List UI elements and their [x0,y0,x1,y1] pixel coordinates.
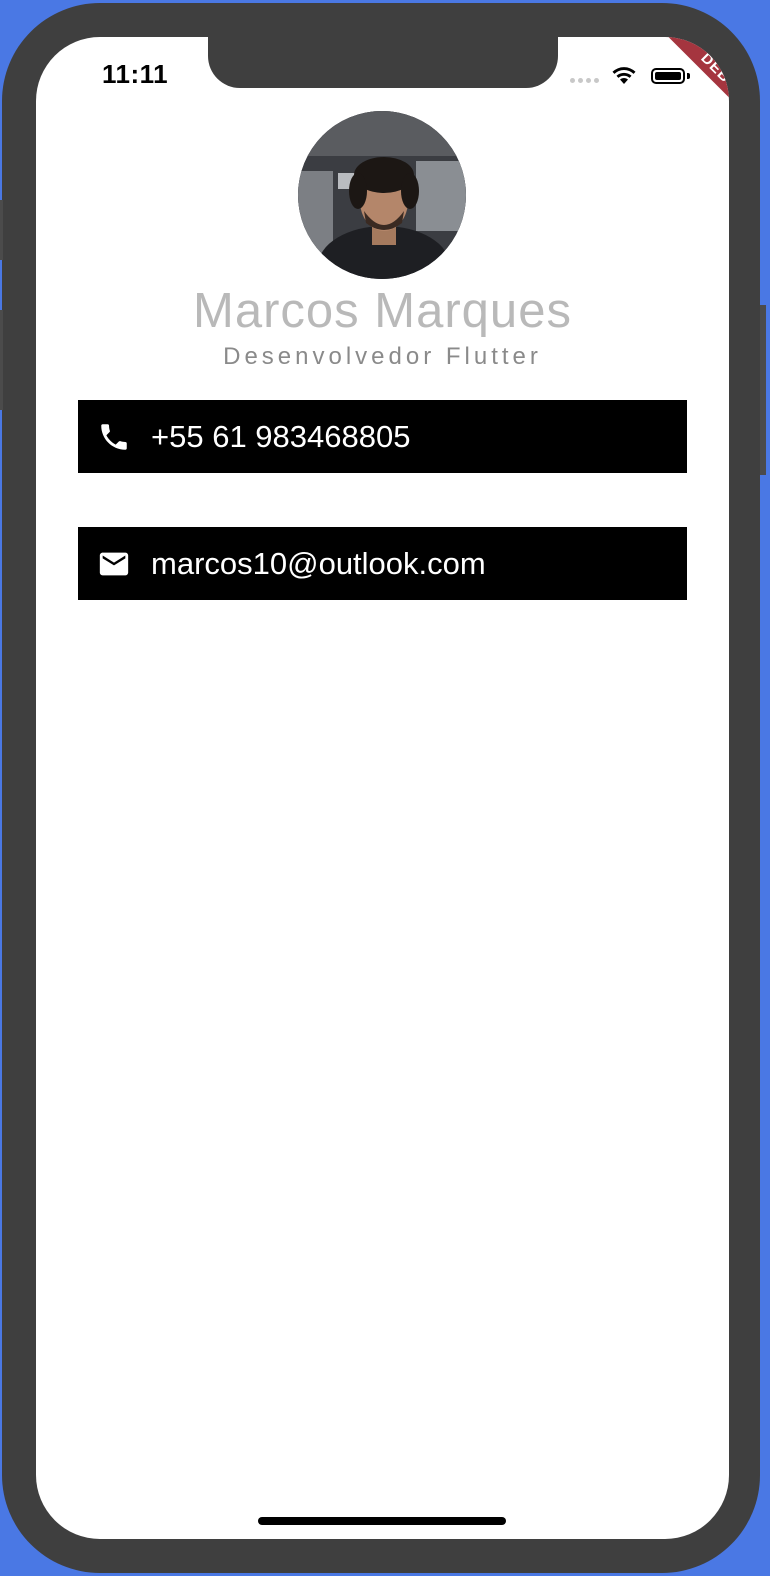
battery-icon [651,68,685,84]
mail-icon [97,547,131,581]
status-time: 11:11 [102,59,169,89]
profile-role: Desenvolvedor Flutter [223,343,542,370]
email-card[interactable]: marcos10@outlook.com [78,527,687,600]
cellular-signal-icon [570,78,599,83]
phone-card[interactable]: +55 61 983468805 [78,400,687,473]
email-address: marcos10@outlook.com [151,545,486,581]
battery-cap [687,73,690,79]
volume-button [0,200,3,260]
device-notch [208,37,558,88]
side-button [760,305,766,475]
phone-number: +55 61 983468805 [151,418,411,454]
app-screen: 11:11 DEBUG Marcos Marques Desenvolvedor… [36,37,729,1539]
device-frame: 11:11 DEBUG Marcos Marques Desenvolvedor… [2,3,760,1573]
avatar [298,111,466,279]
wifi-icon [611,65,637,90]
home-indicator[interactable] [258,1517,506,1525]
profile-name: Marcos Marques [193,284,572,338]
volume-button-down [0,310,3,410]
debug-banner: DEBUG [666,37,729,135]
phone-icon [97,420,131,454]
